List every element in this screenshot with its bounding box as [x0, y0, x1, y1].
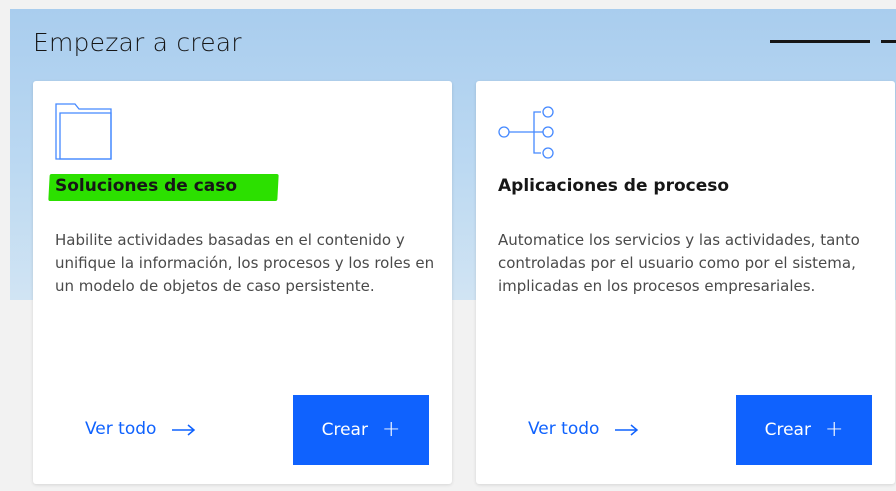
create-button-label: Crear: [764, 420, 811, 440]
arrow-right-icon: [170, 422, 198, 436]
decorative-line: [770, 40, 870, 43]
arrow-right-icon: [613, 422, 641, 436]
card-description: Habilite actividades basadas en el conte…: [55, 231, 435, 295]
card-process-applications: Aplicaciones de proceso Automatice los s…: [476, 81, 895, 484]
decorative-line: [881, 40, 896, 43]
create-button[interactable]: Crear +: [736, 395, 872, 465]
process-tree-icon: [496, 101, 558, 167]
create-button-label: Crear: [321, 420, 368, 440]
view-all-link[interactable]: Ver todo: [85, 419, 198, 439]
folder-icon: [53, 101, 115, 167]
create-button[interactable]: Crear +: [293, 395, 429, 465]
card-title: Aplicaciones de proceso: [498, 176, 730, 196]
view-all-label: Ver todo: [85, 419, 157, 439]
view-all-link[interactable]: Ver todo: [528, 419, 641, 439]
plus-icon: +: [381, 417, 401, 442]
page-title: Empezar a crear: [33, 28, 242, 57]
card-case-solutions: Soluciones de caso Habilite actividades …: [33, 81, 452, 484]
plus-icon: +: [824, 417, 844, 442]
card-description: Automatice los servicios y las actividad…: [498, 231, 860, 295]
card-title: Soluciones de caso: [55, 176, 238, 196]
view-all-label: Ver todo: [528, 419, 600, 439]
